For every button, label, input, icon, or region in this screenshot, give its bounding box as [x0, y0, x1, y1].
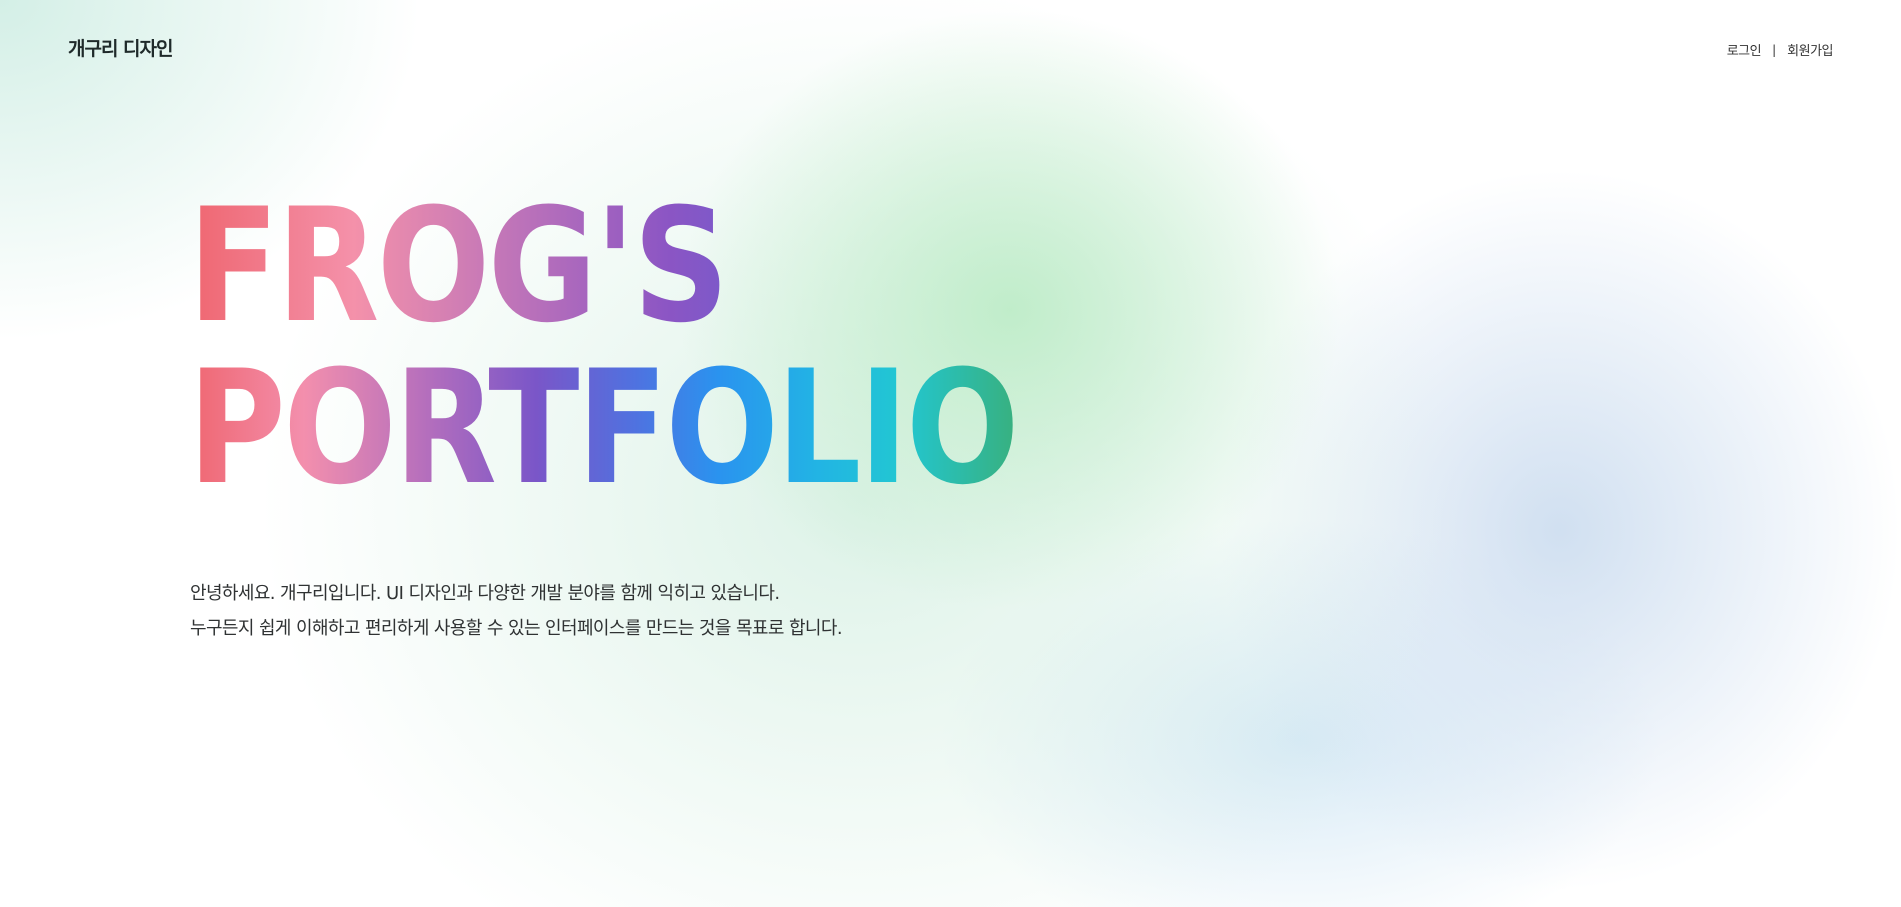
login-link[interactable]: 로그인 — [1727, 40, 1762, 59]
intro-line-1: 안녕하세요. 개구리입니다. UI 디자인과 다양한 개발 분야를 함께 익히고… — [190, 583, 780, 604]
hero-title: FROG'S PORTFOLIO — [188, 186, 1019, 520]
hero-title-line-2: PORTFOLIO — [188, 337, 1019, 520]
site-logo[interactable]: 개구리 디자인 — [68, 34, 173, 61]
intro-line-2: 누구든지 쉽게 이해하고 편리하게 사용할 수 있는 인터페이스를 만드는 것을… — [190, 618, 843, 639]
hero-intro: 안녕하세요. 개구리입니다. UI 디자인과 다양한 개발 분야를 함께 익히고… — [190, 576, 843, 646]
page: 개구리 디자인 로그인 | 회원가입 FROG'S PORTFOLIO 안녕하세… — [0, 0, 1901, 907]
nav-separator: | — [1772, 42, 1777, 57]
signup-link[interactable]: 회원가입 — [1787, 40, 1833, 59]
auth-nav: 로그인 | 회원가입 — [1727, 40, 1834, 60]
hero-title-line-1: FROG'S — [188, 186, 1017, 348]
